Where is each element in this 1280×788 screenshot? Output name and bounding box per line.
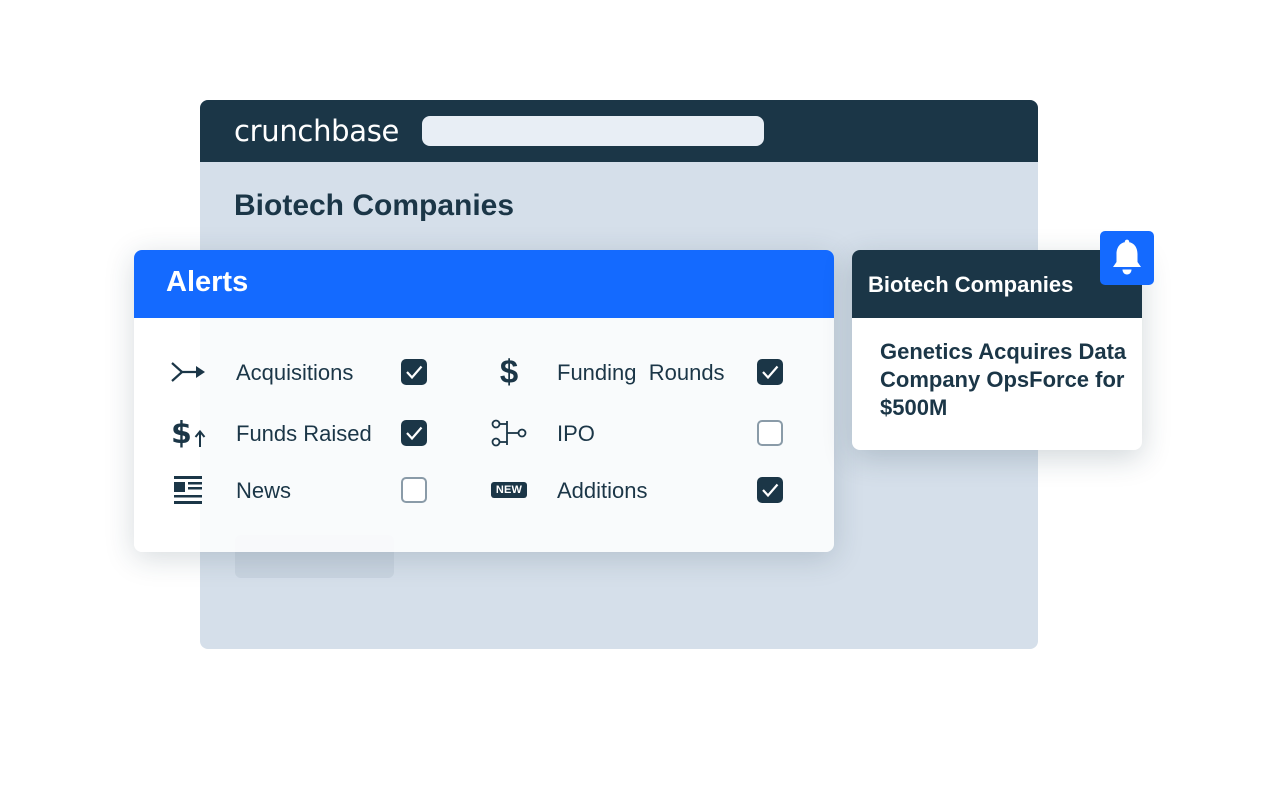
page-title: Biotech Companies — [234, 189, 515, 222]
alerts-panel: Alerts Acquisitions $ Funding Rounds $ F… — [134, 250, 834, 552]
brand-logo[interactable]: crunchbase — [234, 114, 399, 148]
notification-headline[interactable]: Genetics Acquires Data Company OpsForce … — [880, 338, 1130, 422]
alerts-header: Alerts — [134, 250, 834, 318]
alert-label: IPO — [557, 421, 595, 446]
acquisition-arrow-icon — [167, 352, 209, 392]
notification-card[interactable]: Biotech Companies Genetics Acquires Data… — [852, 250, 1142, 450]
funding-rounds-checkbox[interactable] — [757, 359, 783, 385]
alert-label: News — [236, 478, 292, 503]
alert-option-news[interactable]: News — [134, 470, 484, 510]
acquisitions-checkbox[interactable] — [401, 359, 427, 385]
dollar-icon: $ — [499, 353, 519, 390]
ipo-checkbox[interactable] — [757, 420, 783, 446]
bell-icon[interactable] — [1100, 231, 1154, 285]
notification-title: Biotech Companies — [868, 272, 1074, 297]
alert-label: Funds Raised — [236, 421, 372, 446]
alert-option-ipo[interactable]: IPO — [484, 413, 834, 453]
funds-raised-icon: $ — [168, 413, 210, 453]
alert-label: Additions — [557, 478, 648, 503]
funds-raised-checkbox[interactable] — [401, 420, 427, 446]
new-badge: NEW — [490, 482, 528, 498]
notification-header: Biotech Companies — [852, 250, 1142, 318]
alert-option-acquisitions[interactable]: Acquisitions — [134, 352, 484, 392]
svg-text:$: $ — [171, 416, 192, 451]
news-checkbox[interactable] — [401, 477, 427, 503]
alert-option-funding-rounds[interactable]: $ Funding Rounds — [484, 352, 834, 392]
alerts-title: Alerts — [166, 266, 249, 298]
search-input[interactable] — [422, 116, 764, 146]
top-bar: crunchbase — [200, 100, 1038, 162]
alert-label: Funding Rounds — [557, 360, 725, 385]
alert-option-funds-raised[interactable]: $ Funds Raised — [134, 413, 484, 453]
new-badge-icon: NEW — [488, 470, 530, 510]
alert-option-additions[interactable]: NEW Additions — [484, 470, 834, 510]
ipo-icon — [488, 413, 530, 453]
additions-checkbox[interactable] — [757, 477, 783, 503]
news-icon — [167, 470, 209, 510]
alert-label: Acquisitions — [236, 360, 354, 385]
